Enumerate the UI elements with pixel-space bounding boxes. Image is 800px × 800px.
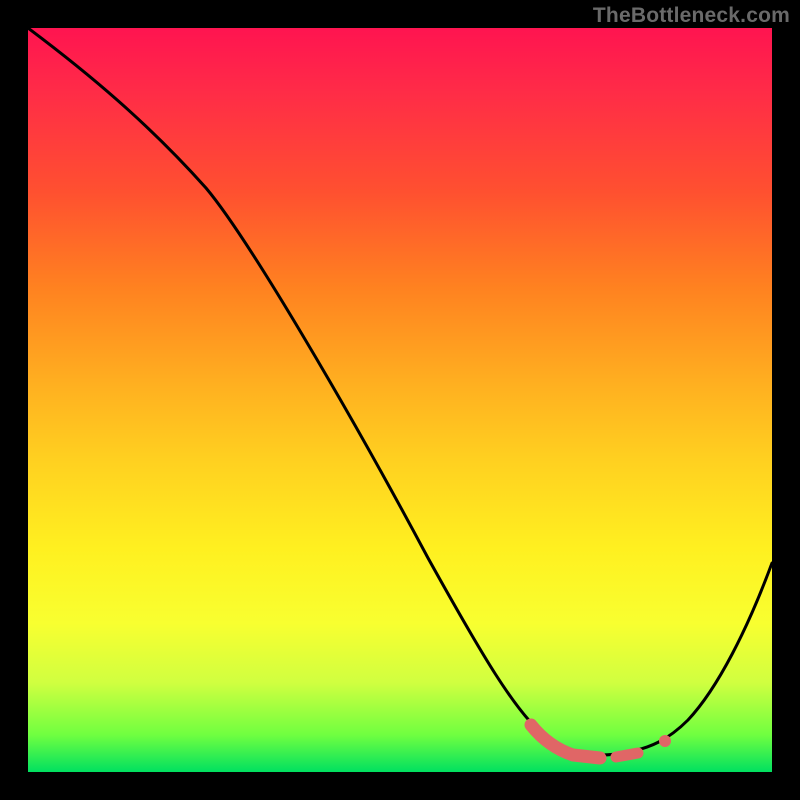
bottleneck-curve <box>28 28 772 772</box>
watermark-text: TheBottleneck.com <box>593 4 790 28</box>
chart-frame: TheBottleneck.com <box>0 0 800 800</box>
highlight-dot <box>659 735 671 747</box>
curve-path <box>28 28 772 755</box>
highlight-segment-2 <box>616 753 638 757</box>
highlight-segment-1 <box>531 725 600 758</box>
plot-area <box>28 28 772 772</box>
